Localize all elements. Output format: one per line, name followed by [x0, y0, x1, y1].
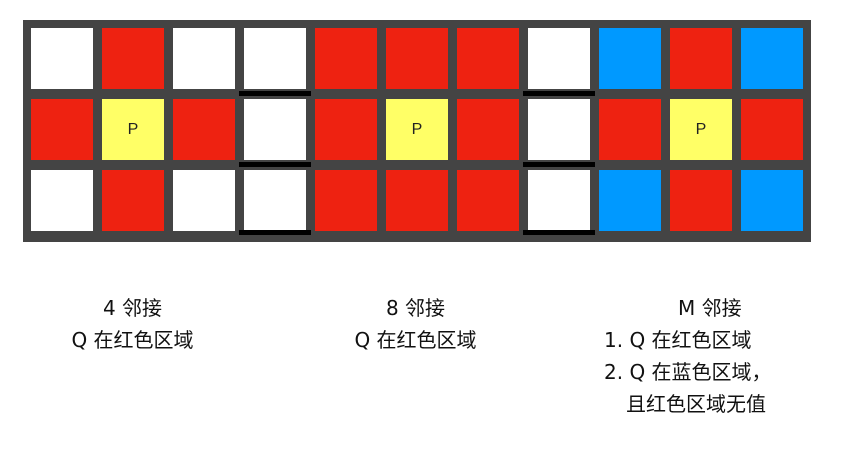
grid-cell-red [741, 99, 803, 160]
grid-cell-yellow: P [102, 99, 164, 160]
grid-cell-white [244, 170, 306, 231]
grid-cell-white [528, 99, 590, 160]
separator-bar [239, 91, 311, 96]
separator-bar [239, 230, 311, 235]
separator-bar [523, 91, 595, 96]
caption-4-adjacency: 4 邻接 Q 在红色区域 [40, 292, 225, 356]
caption-8-adjacency: 8 邻接 Q 在红色区域 [323, 292, 508, 356]
grid-cell-yellow: P [386, 99, 448, 160]
grid-cell-blue [741, 28, 803, 89]
caption-m-title: M 邻接 [678, 296, 742, 320]
grid-cell-yellow: P [670, 99, 732, 160]
caption-4-line-1: Q 在红色区域 [71, 328, 194, 352]
grid-cell-red [457, 28, 519, 89]
center-pixel-label: P [127, 120, 139, 138]
grid-cell-red [386, 28, 448, 89]
center-pixel-label: P [411, 120, 423, 138]
grid-cell-red [457, 99, 519, 160]
grid-cell-white [528, 170, 590, 231]
caption-m-line-2: 2. Q 在蓝色区域， [604, 360, 772, 384]
grid-cell-white [244, 99, 306, 160]
grid-cell-red [315, 99, 377, 160]
grid-cell-blue [741, 170, 803, 231]
grid-cell-white [173, 28, 235, 89]
separator-bar [523, 162, 595, 167]
grid-cell-white [31, 170, 93, 231]
grid-cell-white [173, 170, 235, 231]
grid-cell-red [670, 170, 732, 231]
grid-cell-red [457, 170, 519, 231]
caption-8-title: 8 邻接 [385, 296, 446, 320]
caption-m-line-1: 1. Q 在红色区域 [604, 328, 752, 352]
adjacency-grid: PPP [23, 20, 811, 242]
grid-cell-white [528, 28, 590, 89]
grid-cell-red [315, 28, 377, 89]
grid-cell-white [244, 28, 306, 89]
grid-cell-red [102, 170, 164, 231]
grid-cell-blue [599, 170, 661, 231]
separator-bar [239, 162, 311, 167]
separator-bar [523, 230, 595, 235]
grid-cell-red [102, 28, 164, 89]
grid-cell-red [31, 99, 93, 160]
grid-cell-blue [599, 28, 661, 89]
grid-cell-red [670, 28, 732, 89]
grid-cell-red [599, 99, 661, 160]
caption-m-line-3: 且红色区域无值 [626, 392, 766, 416]
grid-cell-red [386, 170, 448, 231]
grid-cell-red [173, 99, 235, 160]
grid-cell-red [315, 170, 377, 231]
center-pixel-label: P [695, 120, 707, 138]
caption-m-adjacency: M 邻接 1. Q 在红色区域 2. Q 在蓝色区域， 且红色区域无值 [598, 292, 838, 420]
grid-cell-white [31, 28, 93, 89]
caption-8-line-1: Q 在红色区域 [354, 328, 477, 352]
caption-4-title: 4 邻接 [102, 296, 163, 320]
